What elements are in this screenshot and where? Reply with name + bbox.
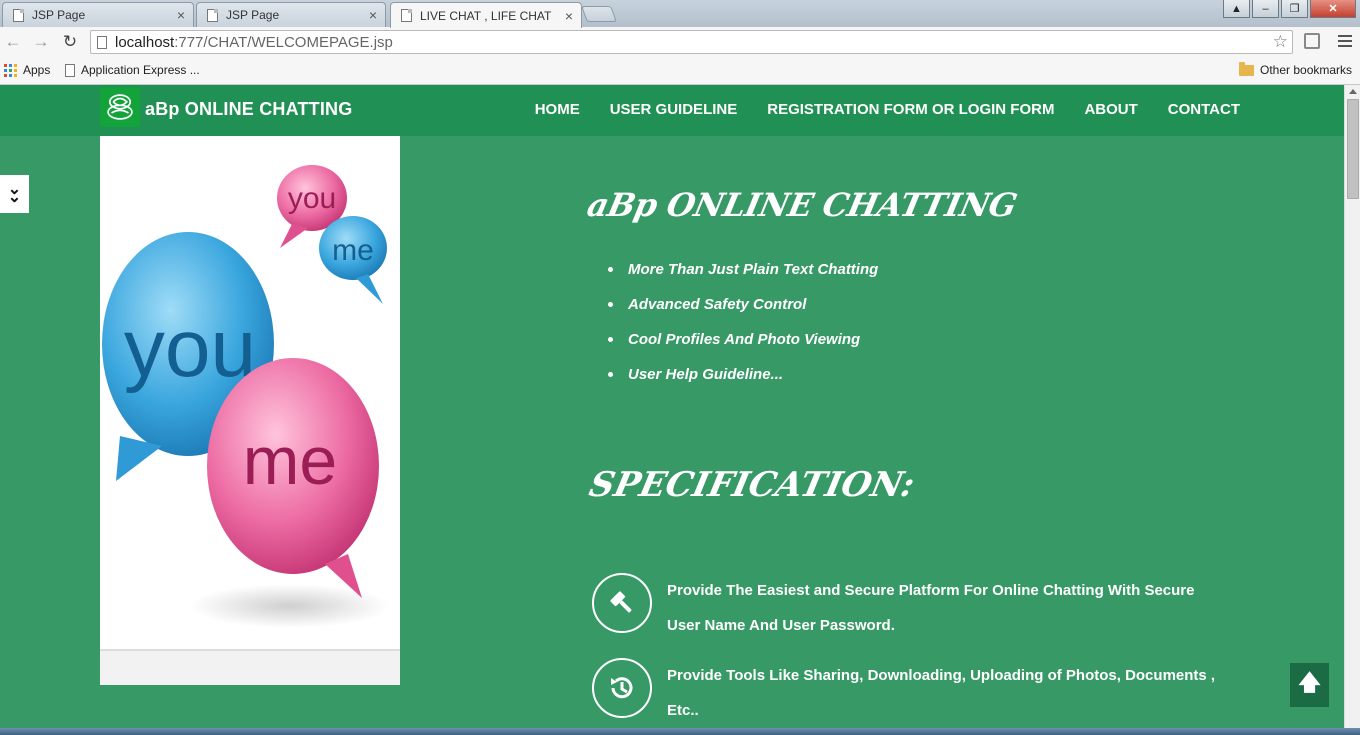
scroll-up-icon[interactable] <box>1349 89 1357 94</box>
folder-icon <box>1239 61 1254 76</box>
site-nav-links: HOME USER GUIDELINE REGISTRATION FORM OR… <box>535 101 1240 118</box>
nav-home[interactable]: HOME <box>535 101 580 118</box>
tab-close-icon[interactable]: × <box>365 7 381 23</box>
page-viewport: aBp ONLINE CHATTING HOME USER GUIDELINE … <box>0 85 1344 728</box>
browser-tab-1[interactable]: JSP Page × <box>2 2 194 27</box>
browser-tabstrip: JSP Page × JSP Page × LIVE CHAT , LIFE C… <box>0 0 1360 28</box>
image-watermark-strip <box>100 649 400 685</box>
url-text: localhost:777/CHAT/WELCOMEPAGE.jsp <box>115 33 393 51</box>
spec-text: Provide Tools Like Sharing, Downloading,… <box>667 667 1216 719</box>
forward-arrow-icon[interactable]: → <box>30 31 52 53</box>
browser-tab-2[interactable]: JSP Page × <box>196 2 386 27</box>
nav-contact[interactable]: CONTACT <box>1168 101 1240 118</box>
big-blue-bubble-word: you <box>124 303 256 394</box>
specification-title: SPECIFICATION: <box>585 465 919 505</box>
bookmark-star-icon[interactable]: ☆ <box>1273 32 1288 52</box>
arrow-up-icon: 🡅 <box>1298 670 1321 695</box>
feature-list: More Than Just Plain Text Chatting Advan… <box>608 261 878 401</box>
bookmark-other[interactable]: Other bookmarks <box>1239 61 1353 77</box>
back-to-top-button[interactable]: 🡅 <box>1290 663 1329 707</box>
big-pink-bubble-word: me <box>243 423 337 499</box>
page-icon <box>97 35 107 49</box>
minimize-icon[interactable]: – <box>1252 0 1279 18</box>
gavel-icon <box>592 573 652 633</box>
site-brand[interactable]: aBp ONLINE CHATTING <box>145 99 352 120</box>
page-icon <box>13 8 24 22</box>
close-window-icon[interactable]: ✕ <box>1310 0 1356 18</box>
back-arrow-icon[interactable]: ← <box>2 31 24 53</box>
nav-registration-login[interactable]: REGISTRATION FORM OR LOGIN FORM <box>767 101 1054 118</box>
page-scrollbar[interactable] <box>1344 85 1360 728</box>
feature-item: User Help Guideline... <box>608 366 878 401</box>
extension-icon[interactable] <box>1304 33 1320 49</box>
window-controls: ▲ – ❐ ✕ <box>1223 0 1356 18</box>
page-icon <box>207 8 218 22</box>
new-tab-button[interactable] <box>581 6 617 22</box>
nav-user-guideline[interactable]: USER GUIDELINE <box>610 101 738 118</box>
browser-tab-3[interactable]: LIVE CHAT , LIFE CHAT × <box>390 2 582 28</box>
side-panel-toggle[interactable]: ⌄ ⌄ <box>0 175 29 213</box>
tab-label: JSP Page <box>226 8 280 22</box>
user-icon[interactable]: ▲ <box>1223 0 1250 18</box>
hero-title: aBp ONLINE CHATTING <box>583 186 1021 224</box>
restore-icon[interactable]: ❐ <box>1281 0 1308 18</box>
double-chevron-down-icon: ⌄ ⌄ <box>7 181 22 206</box>
address-bar[interactable]: localhost:777/CHAT/WELCOMEPAGE.jsp ☆ <box>90 30 1293 54</box>
bookmarks-bar: Apps Application Express ... Other bookm… <box>0 57 1360 85</box>
history-icon <box>592 658 652 718</box>
chrome-menu-icon[interactable] <box>1338 35 1352 47</box>
chat-bubbles-illustration: you me you me <box>102 165 390 628</box>
spec-text: Provide The Easiest and Secure Platform … <box>667 582 1195 634</box>
apps-grid-icon <box>4 63 17 77</box>
tab-close-icon[interactable]: × <box>561 8 577 24</box>
page-icon <box>401 9 412 22</box>
site-logo[interactable] <box>100 87 140 127</box>
small-blue-bubble-word: me <box>332 234 374 267</box>
tab-label: JSP Page <box>32 8 86 22</box>
feature-item: More Than Just Plain Text Chatting <box>608 261 878 296</box>
reload-icon[interactable]: ↻ <box>59 31 81 53</box>
hero-chat-bubbles-image: you me you me <box>100 136 400 685</box>
bookmark-apps[interactable]: Apps <box>4 63 50 77</box>
feature-item: Cool Profiles And Photo Viewing <box>608 331 878 366</box>
feature-item: Advanced Safety Control <box>608 296 878 331</box>
bookmark-label: Other bookmarks <box>1260 63 1353 77</box>
nav-about[interactable]: ABOUT <box>1084 101 1137 118</box>
tab-label: LIVE CHAT , LIFE CHAT <box>420 8 552 23</box>
small-pink-bubble-word: you <box>288 182 336 215</box>
bookmark-application-express[interactable]: Application Express ... <box>65 63 200 77</box>
bookmark-label: Apps <box>23 63 51 77</box>
browser-toolbar: ← → ↻ localhost:777/CHAT/WELCOMEPAGE.jsp… <box>0 27 1360 57</box>
page-icon <box>65 63 75 77</box>
bookmark-label: Application Express ... <box>81 63 200 77</box>
scroll-thumb[interactable] <box>1347 99 1359 199</box>
chat-swirl-icon <box>107 94 133 120</box>
tab-close-icon[interactable]: × <box>173 7 189 23</box>
site-navbar: aBp ONLINE CHATTING HOME USER GUIDELINE … <box>0 85 1344 136</box>
os-taskbar <box>0 728 1360 735</box>
